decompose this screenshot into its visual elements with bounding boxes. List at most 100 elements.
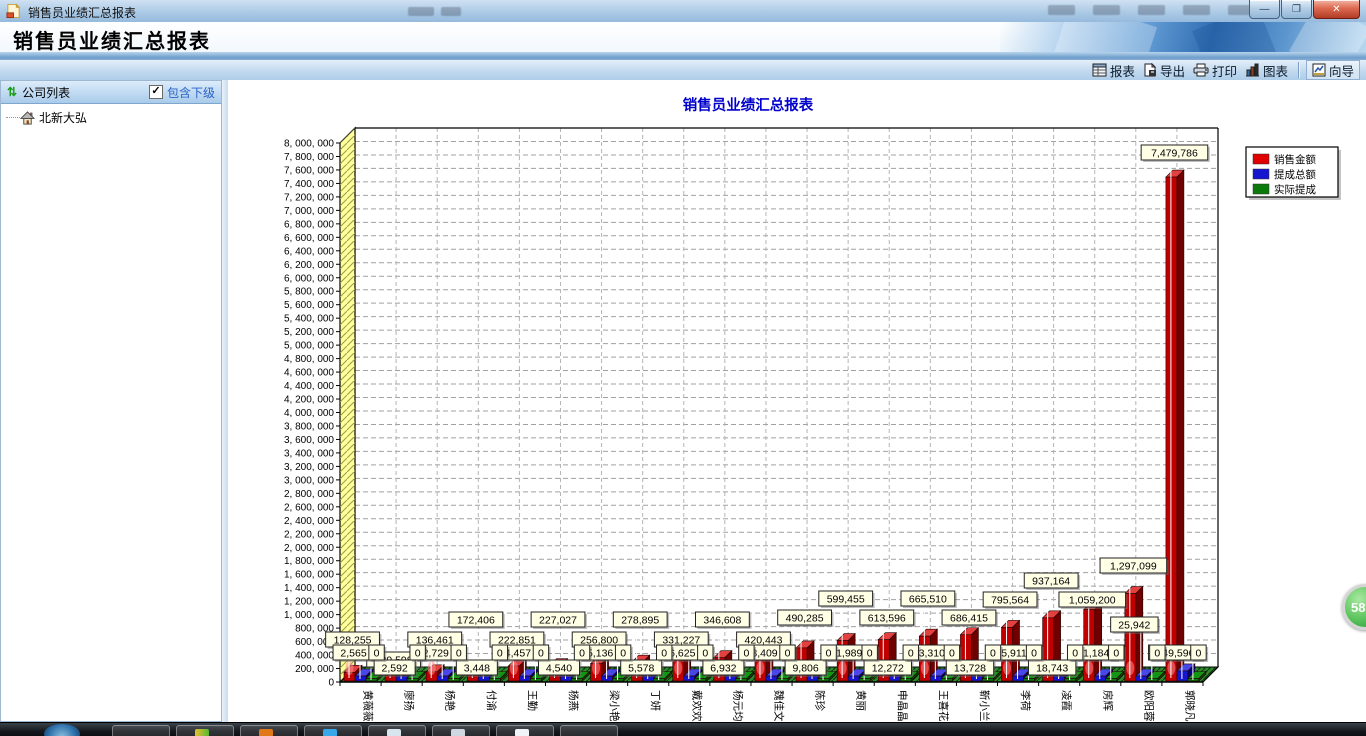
restore-button[interactable]: ❐	[1281, 0, 1312, 19]
svg-text:795,564: 795,564	[991, 595, 1029, 607]
svg-text:0: 0	[949, 648, 955, 660]
include-sub-checkbox[interactable]: ✓	[149, 85, 163, 99]
svg-text:黄丽: 黄丽	[855, 690, 868, 711]
ghost-text	[408, 7, 434, 16]
svg-text:278,895: 278,895	[621, 615, 659, 627]
svg-text:25,942: 25,942	[1118, 620, 1150, 632]
include-sub-label: 包含下级	[167, 84, 215, 101]
svg-text:13,728: 13,728	[954, 663, 986, 675]
svg-text:1, 800, 000: 1, 800, 000	[284, 556, 334, 567]
svg-text:王勤: 王勤	[526, 690, 539, 711]
wizard-icon	[1312, 63, 1326, 77]
svg-text:丁妍: 丁妍	[649, 690, 662, 711]
svg-text:0: 0	[1113, 648, 1119, 660]
taskbar-app-icon	[195, 729, 209, 736]
svg-text:5, 400, 000: 5, 400, 000	[284, 314, 334, 325]
svg-text:2, 000, 000: 2, 000, 000	[284, 543, 334, 554]
svg-text:0: 0	[826, 648, 832, 660]
taskbar-button[interactable]	[496, 725, 554, 736]
chart-button-label: 图表	[1263, 61, 1288, 80]
taskbar-button[interactable]	[240, 725, 298, 736]
svg-text:0: 0	[1072, 648, 1078, 660]
print-icon	[1193, 63, 1209, 77]
svg-text:0: 0	[415, 648, 421, 660]
svg-text:郭晓凡: 郭晓凡	[1183, 690, 1196, 722]
svg-text:申晶晶: 申晶晶	[896, 690, 909, 722]
svg-text:4, 600, 000: 4, 600, 000	[284, 368, 334, 379]
taskbar-button[interactable]	[112, 725, 170, 736]
svg-text:0: 0	[538, 648, 544, 660]
export-icon	[1143, 63, 1157, 77]
print-button-label: 打印	[1212, 61, 1237, 80]
svg-text:1, 600, 000: 1, 600, 000	[284, 570, 334, 581]
close-button[interactable]: ✕	[1313, 0, 1360, 19]
header-artwork	[1000, 22, 1366, 52]
svg-text:1, 400, 000: 1, 400, 000	[284, 583, 334, 594]
svg-text:12,272: 12,272	[872, 663, 904, 675]
floating-ball-text: 58	[1351, 600, 1365, 615]
svg-text:7, 000, 000: 7, 000, 000	[284, 206, 334, 217]
svg-text:0: 0	[990, 648, 996, 660]
svg-text:4, 400, 000: 4, 400, 000	[284, 381, 334, 392]
svg-text:4, 800, 000: 4, 800, 000	[284, 354, 334, 365]
svg-text:1, 000, 000: 1, 000, 000	[284, 610, 334, 621]
taskbar-button[interactable]	[176, 725, 234, 736]
window-controls: — ❐ ✕	[1248, 0, 1360, 19]
svg-text:2, 800, 000: 2, 800, 000	[284, 489, 334, 500]
ghost-text	[441, 7, 461, 16]
svg-text:实际提成: 实际提成	[1274, 183, 1316, 196]
svg-text:0: 0	[328, 678, 334, 689]
chart-legend: 销售金额提成总额实际提成	[1246, 147, 1341, 200]
app-icon	[6, 3, 21, 19]
svg-text:房辉: 房辉	[1101, 690, 1114, 711]
chart-button[interactable]: 图表	[1245, 61, 1288, 80]
svg-text:599,455: 599,455	[827, 594, 865, 606]
svg-text:0: 0	[867, 648, 873, 660]
svg-text:18,743: 18,743	[1036, 663, 1068, 675]
svg-text:0: 0	[702, 648, 708, 660]
taskbar-button[interactable]	[368, 725, 426, 736]
svg-text:0: 0	[1154, 648, 1160, 660]
svg-text:提成总额: 提成总额	[1274, 168, 1316, 181]
export-button-label: 导出	[1160, 61, 1185, 80]
svg-text:7, 200, 000: 7, 200, 000	[284, 192, 334, 203]
taskbar-button[interactable]	[304, 725, 362, 736]
export-button[interactable]: 导出	[1143, 61, 1185, 80]
sales-summary-chart: 销售员业绩汇总报表0200, 000400, 000600, 000800, 0…	[228, 80, 1366, 722]
window-titlebar: 销售员业绩汇总报表 — ❐ ✕	[0, 0, 1366, 23]
taskbar-button[interactable]	[560, 725, 618, 736]
svg-text:0: 0	[1031, 648, 1037, 660]
svg-text:陈珍: 陈珍	[814, 690, 827, 711]
svg-text:6, 000, 000: 6, 000, 000	[284, 273, 334, 284]
svg-text:7, 600, 000: 7, 600, 000	[284, 165, 334, 176]
report-button[interactable]: 报表	[1092, 61, 1135, 80]
svg-text:0: 0	[374, 648, 380, 660]
report-button-label: 报表	[1110, 61, 1135, 80]
taskbar-button[interactable]	[432, 725, 490, 736]
svg-text:魏佳文: 魏佳文	[773, 690, 786, 722]
svg-text:凌霞: 凌霞	[1060, 690, 1073, 711]
taskbar-app-icon	[451, 729, 465, 736]
x-axis-labels: 黄薇薇廖扬杨艳付渝王勤杨燕梁小艳丁妍戴欢欢杨元均魏佳文陈珍黄丽申晶晶王喜花靳小兰…	[362, 690, 1197, 722]
svg-text:欧阳蓉: 欧阳蓉	[1142, 690, 1155, 722]
svg-text:5, 200, 000: 5, 200, 000	[284, 327, 334, 338]
svg-text:227,027: 227,027	[539, 615, 577, 627]
refresh-icon[interactable]: ⇅	[7, 85, 17, 99]
svg-text:廖扬: 廖扬	[403, 690, 416, 711]
svg-text:9,806: 9,806	[792, 663, 818, 675]
svg-text:613,596: 613,596	[868, 613, 906, 625]
svg-text:5, 600, 000: 5, 600, 000	[284, 300, 334, 311]
svg-text:3, 800, 000: 3, 800, 000	[284, 421, 334, 432]
svg-text:6,932: 6,932	[710, 663, 736, 675]
svg-text:戴欢欢: 戴欢欢	[690, 690, 703, 722]
print-button[interactable]: 打印	[1193, 61, 1237, 80]
wizard-button[interactable]: 向导	[1306, 60, 1360, 80]
report-icon	[1092, 63, 1107, 77]
tree-item-company[interactable]: 北新大弘	[1, 109, 87, 126]
company-panel-header: ⇅ 公司列表 ✓ 包含下级	[1, 81, 221, 104]
svg-text:2,592: 2,592	[382, 663, 408, 675]
minimize-button[interactable]: —	[1249, 0, 1280, 19]
ghost-menu-item	[1183, 5, 1210, 15]
accent-strip	[0, 52, 1366, 60]
svg-text:杨燕: 杨燕	[567, 690, 580, 711]
